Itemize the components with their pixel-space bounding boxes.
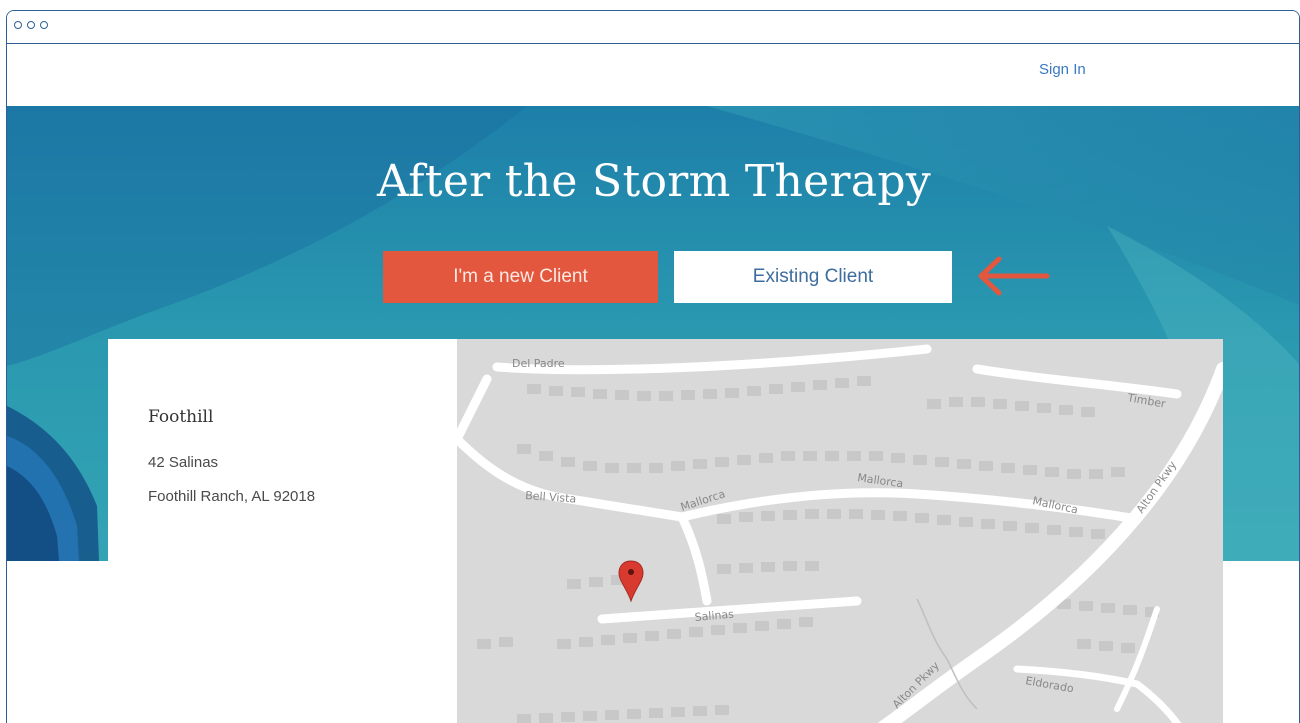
location-card: Foothill 42 Salinas Foothill Ranch, AL 9… xyxy=(108,339,1223,723)
street-label-mallorca-3: Mallorca xyxy=(1031,494,1079,516)
page-viewport: Sign In After the Storm Therapy I'm a ne… xyxy=(7,44,1299,723)
new-client-button[interactable]: I'm a new Client xyxy=(383,251,658,303)
arrow-left-icon xyxy=(978,256,1050,296)
street-label-mallorca-2: Mallorca xyxy=(857,471,905,490)
address-line-2: Foothill Ranch, AL 92018 xyxy=(148,488,316,505)
map-canvas: Del Padre Timber Bell Vista Mallorca Mal… xyxy=(457,344,1223,723)
address-line-1: 42 Salinas xyxy=(148,454,219,471)
window-close-dot[interactable] xyxy=(14,21,22,29)
sign-in-link[interactable]: Sign In xyxy=(1039,61,1086,78)
window-minimize-dot[interactable] xyxy=(27,21,35,29)
location-name: Foothill xyxy=(148,407,214,427)
street-label-del-padre: Del Padre xyxy=(512,357,565,370)
browser-titlebar xyxy=(7,11,1299,44)
map-pin-icon[interactable] xyxy=(618,560,644,603)
existing-client-button[interactable]: Existing Client xyxy=(674,251,952,303)
top-navbar: Sign In xyxy=(7,44,1299,106)
street-label-bell-vista: Bell Vista xyxy=(525,489,577,506)
practice-title: After the Storm Therapy xyxy=(376,156,932,207)
window-maximize-dot[interactable] xyxy=(40,21,48,29)
street-label-alton-pkwy-top: Alton Pkwy xyxy=(1134,458,1180,516)
street-label-eldorado: Eldorado xyxy=(1024,674,1074,695)
street-label-salinas: Salinas xyxy=(694,608,735,624)
location-map[interactable]: Del Padre Timber Bell Vista Mallorca Mal… xyxy=(457,339,1223,723)
browser-window: Sign In After the Storm Therapy I'm a ne… xyxy=(6,10,1300,723)
